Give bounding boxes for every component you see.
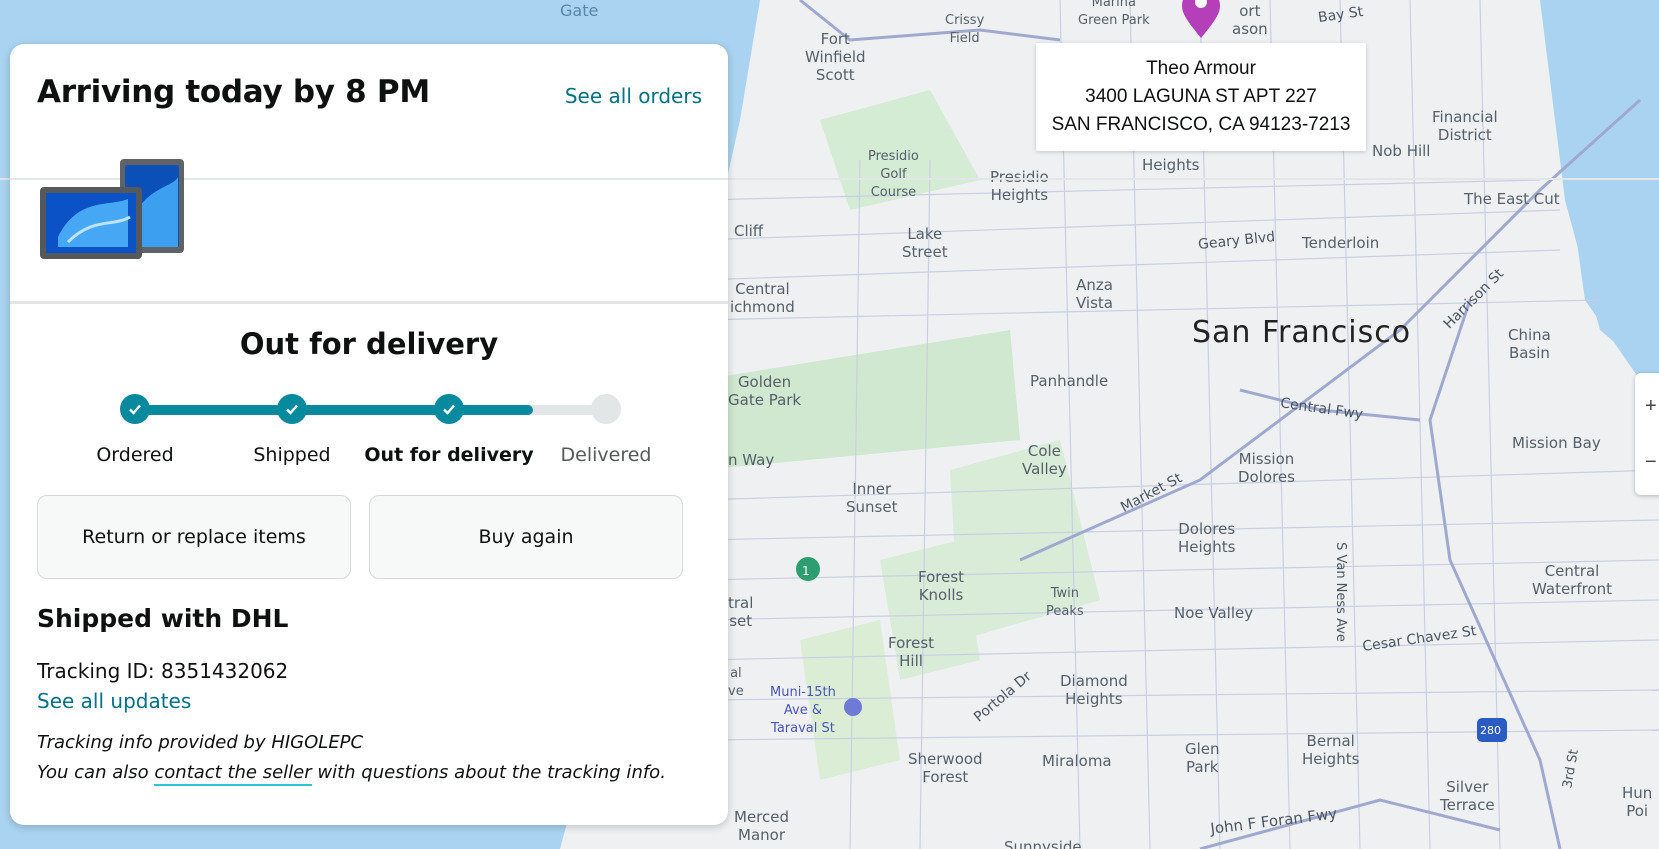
map-label-crissy-field: Crissy Field: [945, 13, 985, 46]
map-label-nob-hill: Nob Hill: [1372, 142, 1431, 160]
map-zoom-control: + −: [1635, 373, 1659, 495]
progress-fill: [128, 405, 533, 415]
step-label-ordered: Ordered: [96, 444, 174, 466]
map-label-inner-sunset: Inner Sunset: [846, 480, 898, 516]
arrival-heading: Arriving today by 8 PM: [37, 74, 430, 110]
map-label-n-way: n Way: [728, 451, 775, 469]
step-label-out-for-delivery: Out for delivery: [364, 444, 534, 466]
tracking-id: Tracking ID: 8351432062: [37, 659, 289, 683]
map-label-hun: Hun Poi: [1622, 784, 1653, 820]
map-label-financial-district: Financial District: [1432, 108, 1498, 144]
order-tracking-card: Arriving today by 8 PM See all orders Ou…: [10, 44, 728, 825]
map-label-bernal-heights: Bernal Heights: [1302, 732, 1360, 768]
progress-step-labels: Ordered Shipped Out for delivery Deliver…: [10, 444, 728, 470]
map-label-dolores-heights: Dolores Heights: [1178, 520, 1236, 556]
interstate-280-shield-icon: 280: [1480, 724, 1501, 737]
map-label-twin-peaks: Twin Peaks: [1046, 586, 1084, 619]
map-label-sunnyside: Sunnyside: [1004, 838, 1082, 849]
step-label-shipped: Shipped: [253, 444, 331, 466]
step-shipped-check-icon: [277, 394, 307, 424]
map-label-presidio-golf: Presidio Golf Course: [868, 149, 919, 200]
contact-seller-note: You can also contact the seller with que…: [37, 762, 666, 786]
map-label-fort-mason: ort ason: [1232, 2, 1268, 38]
step-out-for-delivery-check-icon: [434, 394, 464, 424]
contact-note-prefix: You can also: [37, 762, 155, 783]
map-label-glen-park: Glen Park: [1185, 740, 1220, 776]
map-label-forest-hill: Forest Hill: [888, 634, 935, 670]
map-label-anza-vista: Anza Vista: [1076, 276, 1113, 312]
zoom-in-button[interactable]: +: [1645, 395, 1657, 418]
map-label-sherwood-forest: Sherwood Forest: [908, 750, 983, 786]
step-ordered-check-icon: [120, 394, 150, 424]
carrier-heading: Shipped with DHL: [37, 604, 289, 633]
tracking-provider-note: Tracking info provided by HIGOLEPC: [37, 732, 364, 753]
delivery-progress-bar: [120, 394, 640, 424]
map-label-al-ve: al ve: [728, 666, 744, 699]
map-label-merced-manor: Merced Manor: [734, 808, 790, 844]
map-label-china-basin: China Basin: [1508, 326, 1551, 362]
map-label-muni-station: Muni-15th Ave & Taraval St: [770, 685, 836, 736]
map-label-panhandle: Panhandle: [1030, 372, 1109, 390]
see-all-orders-link[interactable]: See all orders: [565, 84, 702, 108]
address-line-1: 3400 LAGUNA ST APT 227: [1085, 86, 1317, 107]
contact-note-suffix: with questions about the tracking info.: [311, 762, 666, 783]
map-label-lake-street: Lake Street: [902, 225, 948, 261]
map-label-tenderloin: Tenderloin: [1302, 234, 1380, 252]
map-label-marina-green: Marina Green Park: [1078, 0, 1150, 28]
zoom-out-button[interactable]: −: [1645, 451, 1657, 474]
product-thumbnail[interactable]: [38, 157, 196, 267]
map-label-east-cut: The East Cut: [1464, 190, 1560, 208]
map-label-presidio-heights: Presidio Heights: [990, 168, 1049, 204]
map-label-gate: Gate: [560, 1, 599, 20]
map-label-san-francisco: San Francisco: [1192, 315, 1412, 350]
contact-seller-link[interactable]: contact the seller: [154, 762, 312, 786]
map-label-silver-terrace: Silver Terrace: [1440, 778, 1495, 814]
step-label-delivered: Delivered: [560, 444, 652, 466]
delivery-status-title: Out for delivery: [239, 327, 499, 361]
map-label-central-waterfront: Central Waterfront: [1532, 562, 1613, 598]
step-delivered-circle-icon: [591, 394, 621, 424]
map-label-s-van-ness: S Van Ness Ave: [1332, 542, 1348, 642]
map-label-noe-valley: Noe Valley: [1174, 604, 1254, 622]
section-divider: [10, 301, 728, 304]
recipient-name: Theo Armour: [1146, 58, 1256, 79]
map-label-cliff: Cliff: [734, 222, 764, 240]
map-label-fort-winfield-scott: Fort Winfield Scott: [805, 30, 866, 84]
map-label-mission-dolores: Mission Dolores: [1238, 450, 1295, 486]
map-label-central-richmond: Central ichmond: [730, 280, 795, 316]
map-label-tral-set: tral set: [728, 594, 754, 630]
location-pin-icon[interactable]: [1178, 0, 1224, 38]
map-label-golden-gate-park: Golden Gate Park: [728, 373, 802, 409]
address-line-2: SAN FRANCISCO, CA 94123-7213: [1051, 114, 1351, 135]
map-label-forest-knolls: Forest Knolls: [918, 568, 965, 604]
delivery-address-card: Theo Armour 3400 LAGUNA ST APT 227 SAN F…: [1036, 43, 1366, 151]
map-label-mission-bay: Mission Bay: [1512, 434, 1601, 452]
highway-1-shield-icon: 1: [802, 564, 810, 578]
map-label-diamond-heights: Diamond Heights: [1060, 672, 1128, 708]
see-all-updates-link[interactable]: See all updates: [37, 689, 191, 713]
map-label-cole-valley: Cole Valley: [1022, 442, 1067, 478]
map-label-heights: Heights: [1142, 156, 1200, 174]
return-or-replace-button[interactable]: Return or replace items: [37, 495, 351, 579]
buy-again-button[interactable]: Buy again: [369, 495, 683, 579]
map-label-miraloma: Miraloma: [1042, 752, 1112, 770]
